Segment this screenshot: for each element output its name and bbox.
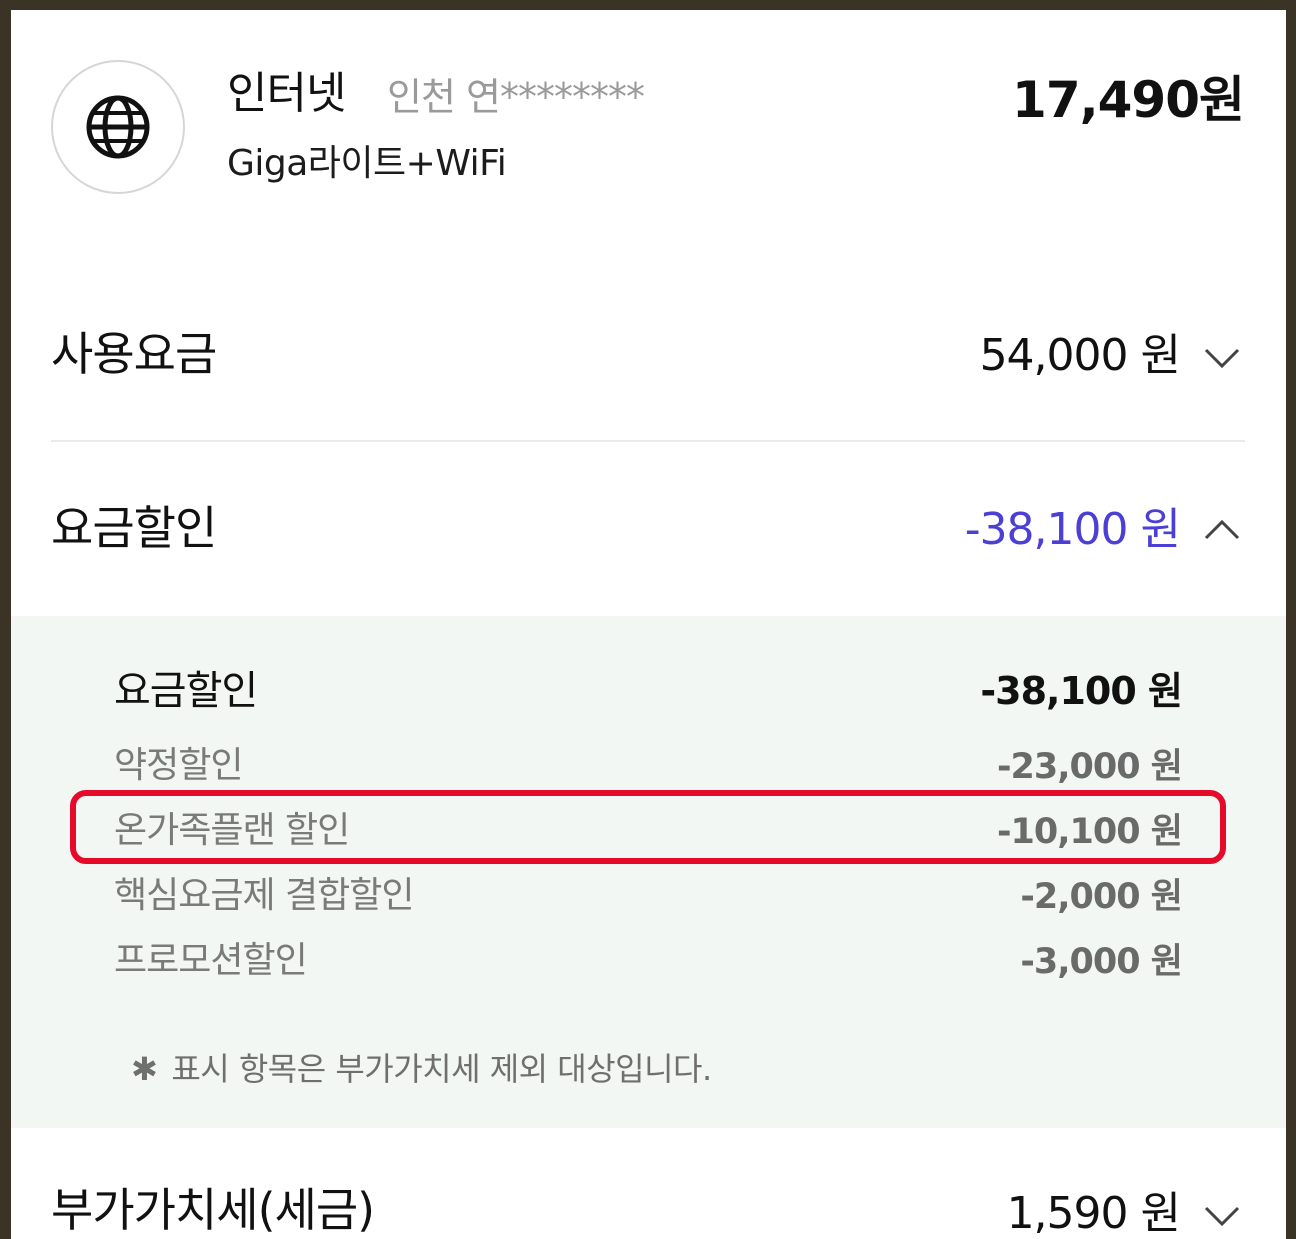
vat-label: 부가가치세(세금) — [51, 1183, 375, 1237]
asterisk-icon: ✱ — [131, 1050, 158, 1088]
discount-label: 요금할인 — [51, 501, 217, 555]
discount-detail-title: 요금할인 — [114, 668, 258, 714]
usage-fee-label: 사용요금 — [51, 327, 217, 381]
usage-fee-amount: 54,000 원 — [979, 330, 1181, 381]
discount-detail-total: -38,100 원 — [980, 669, 1183, 713]
discount-detail-panel: 요금할인 -38,100 원 약정할인 -23,000 원 온가족플랜 할인 -… — [11, 616, 1286, 1128]
chevron-up-icon[interactable] — [1202, 510, 1242, 550]
internet-service-icon — [51, 60, 185, 194]
discount-item-label: 약정할인 — [114, 745, 243, 786]
discount-item-amount: -3,000 원 — [1020, 942, 1183, 982]
service-location: 인천 연******** — [387, 75, 645, 119]
globe-icon — [86, 95, 150, 159]
chevron-down-icon[interactable] — [1202, 1196, 1242, 1236]
highlight-box — [70, 790, 1226, 864]
discount-amount: -38,100 원 — [964, 504, 1181, 555]
discount-item-amount: -23,000 원 — [997, 747, 1183, 787]
service-name: 인터넷 — [227, 68, 346, 119]
discount-item-amount: -2,000 원 — [1020, 877, 1183, 917]
service-plan: Giga라이트+WiFi — [227, 143, 507, 184]
service-total-amount: 17,490원 — [1012, 71, 1245, 129]
vat-exclusion-note: ✱ 표시 항목은 부가가치세 제외 대상입니다. — [131, 1048, 712, 1090]
note-text: 표시 항목은 부가가치세 제외 대상입니다. — [171, 1050, 712, 1088]
discount-item-label: 프로모션할인 — [114, 940, 308, 981]
discount-item-label: 핵심요금제 결합할인 — [114, 875, 415, 916]
section-divider — [51, 440, 1245, 442]
vat-amount: 1,590 원 — [1006, 1188, 1181, 1239]
bill-detail-screen: 인터넷 인천 연******** Giga라이트+WiFi 17,490원 사용… — [11, 10, 1286, 1239]
chevron-down-icon[interactable] — [1202, 338, 1242, 378]
